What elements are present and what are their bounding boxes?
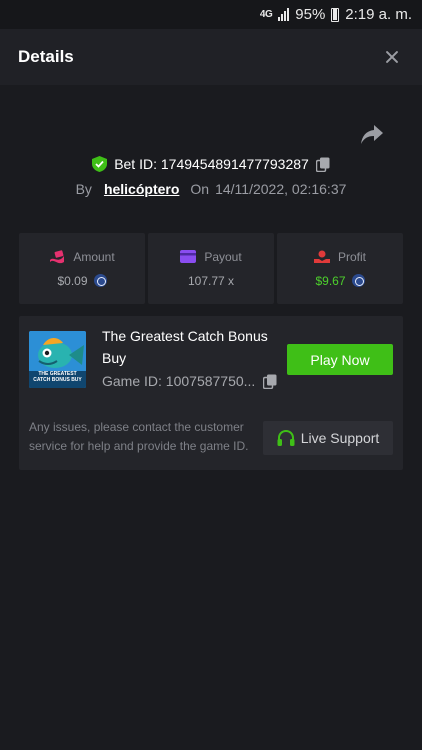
stat-amount: Amount $0.09: [19, 233, 145, 304]
status-bar: 4G 95% 2:19 a. m.: [0, 0, 422, 29]
bet-stats: Amount $0.09 Payout 107.77 x Profit $9.6…: [19, 233, 403, 304]
game-id-row: Game ID: 1007587750...: [102, 373, 277, 389]
stat-payout: Payout 107.77 x: [148, 233, 274, 304]
stat-label: Payout: [204, 249, 242, 264]
live-support-button[interactable]: Live Support: [263, 421, 393, 455]
live-support-label: Live Support: [300, 430, 380, 446]
game-thumbnail[interactable]: THE GREATEST CATCH BONUS BUY: [29, 331, 86, 388]
username-link[interactable]: helicóptero: [104, 181, 179, 197]
battery-icon: [331, 7, 340, 22]
close-icon[interactable]: [380, 45, 404, 69]
hand-coin-icon: [313, 250, 330, 263]
coin-icon: [351, 274, 365, 287]
stat-value: $0.09: [57, 273, 88, 288]
stat-label: Amount: [73, 249, 115, 264]
card-icon: [180, 250, 197, 263]
bet-id: Bet ID: 1749454891477793287: [114, 156, 309, 172]
thumbnail-caption: THE GREATEST CATCH BONUS BUY: [33, 371, 82, 383]
by-label: By: [75, 181, 92, 197]
details-header: Details: [0, 29, 422, 85]
battery-percent: 95%: [295, 6, 326, 23]
network-indicator: 4G: [259, 9, 273, 20]
play-now-button[interactable]: Play Now: [287, 344, 393, 375]
game-title: The Greatest Catch Bonus Buy: [102, 328, 268, 366]
on-label: On: [190, 181, 210, 197]
stat-value: $9.67: [315, 273, 346, 288]
stat-profit: Profit $9.67: [277, 233, 403, 304]
copy-bet-id-icon[interactable]: [315, 157, 330, 172]
signal-icon: [278, 8, 290, 21]
game-card: THE GREATEST CATCH BONUS BUY The Greates…: [19, 316, 403, 470]
headset-icon: [277, 429, 295, 446]
clock: 2:19 a. m.: [345, 6, 412, 23]
game-id: Game ID: 1007587750...: [102, 373, 256, 389]
coin-icon: [93, 274, 107, 287]
support-notice: Any issues, please contact the customer …: [29, 420, 249, 453]
stat-label: Profit: [337, 249, 366, 264]
share-icon[interactable]: [360, 124, 384, 146]
bet-id-row: Bet ID: 1749454891477793287: [0, 152, 422, 176]
page-title: Details: [18, 47, 74, 66]
stat-value: 107.77 x: [187, 273, 235, 288]
copy-game-id-icon[interactable]: [263, 374, 277, 389]
bet-date: 14/11/2022, 02:16:37: [215, 181, 347, 197]
bet-meta-row: By helicóptero On 14/11/2022, 02:16:37: [0, 178, 422, 200]
money-wave-icon: [50, 249, 65, 263]
verified-shield-icon: [92, 156, 108, 172]
